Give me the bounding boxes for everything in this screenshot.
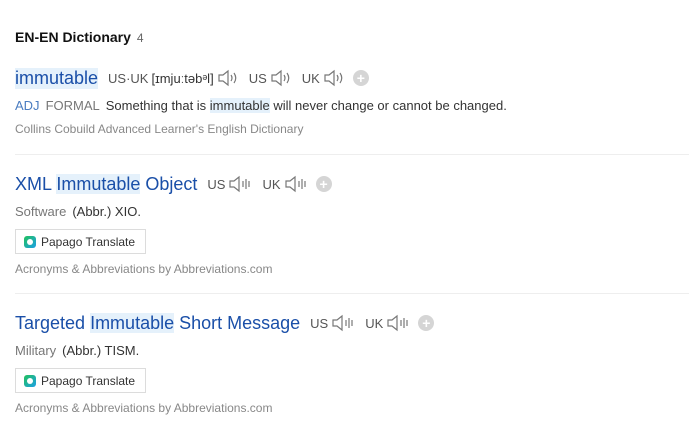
abbreviation: (Abbr.) XIO. (72, 204, 141, 219)
us-label: US (207, 176, 226, 192)
headword-text: Short Message (174, 312, 301, 333)
us-label: US (248, 70, 267, 86)
headword-highlight: Immutable (56, 173, 141, 194)
papago-translate-label: Papago Translate (41, 373, 136, 388)
dictionary-entry: XML Immutable Object US UK + Software (A… (15, 172, 689, 276)
speaker-icon[interactable] (217, 69, 239, 87)
papago-translate-button[interactable]: Papago Translate (15, 368, 147, 393)
section-title-text: EN-EN Dictionary (15, 29, 131, 45)
headword-text: Targeted (15, 312, 91, 333)
definition-text: will never change or cannot be changed. (269, 98, 507, 113)
domain-label: Software (15, 204, 67, 219)
speaker-icon[interactable] (331, 314, 355, 332)
divider (15, 293, 689, 294)
papago-translate-label: Papago Translate (41, 234, 136, 249)
plus-icon[interactable]: + (352, 70, 369, 86)
part-of-speech: ADJ (15, 98, 40, 113)
dictionary-entry: Targeted Immutable Short Message US UK +… (15, 311, 689, 415)
headword-link[interactable]: Targeted Immutable Short Message (15, 312, 301, 334)
source-label: Collins Cobuild Advanced Learner's Engli… (15, 122, 304, 136)
papago-icon (24, 235, 36, 248)
papago-translate-button[interactable]: Papago Translate (15, 229, 147, 254)
speaker-icon[interactable] (323, 69, 345, 87)
source-label: Acronyms & Abbreviations by Abbreviation… (15, 401, 273, 415)
phonetic: [ɪmjuːtəbᵊl] (151, 70, 214, 86)
speaker-icon[interactable] (270, 69, 292, 87)
uk-label: UK (301, 70, 320, 86)
result-count: 4 (136, 31, 144, 45)
speaker-icon[interactable] (284, 175, 308, 193)
abbreviation: (Abbr.) TISM. (62, 343, 140, 358)
headword-link[interactable]: immutable (15, 67, 99, 89)
uk-label: UK (262, 176, 281, 192)
definition-text: Something that is (105, 98, 210, 113)
register-label: FORMAL (45, 98, 100, 113)
plus-icon[interactable]: + (315, 176, 332, 192)
definition-highlight: immutable (209, 98, 270, 113)
section-title: EN-EN Dictionary 4 (15, 29, 144, 45)
definition: Something that is immutable will never c… (106, 98, 507, 113)
dictionary-entry: immutable US·UK [ɪmjuːtəbᵊl] US UK + ADJ… (15, 66, 689, 136)
us-label: US (310, 315, 329, 331)
headword-link[interactable]: XML Immutable Object (15, 173, 198, 195)
uk-label: UK (365, 315, 384, 331)
source-label: Acronyms & Abbreviations by Abbreviation… (15, 262, 273, 276)
headword-highlight: Immutable (90, 312, 175, 333)
pron-us-uk-label: US·UK (108, 70, 149, 86)
speaker-icon[interactable] (386, 314, 410, 332)
papago-icon (24, 374, 36, 387)
plus-icon[interactable]: + (418, 315, 435, 331)
headword-text: XML (15, 173, 57, 194)
headword-text: Object (140, 173, 198, 194)
domain-label: Military (15, 343, 57, 358)
speaker-icon[interactable] (228, 175, 252, 193)
divider (15, 154, 689, 155)
